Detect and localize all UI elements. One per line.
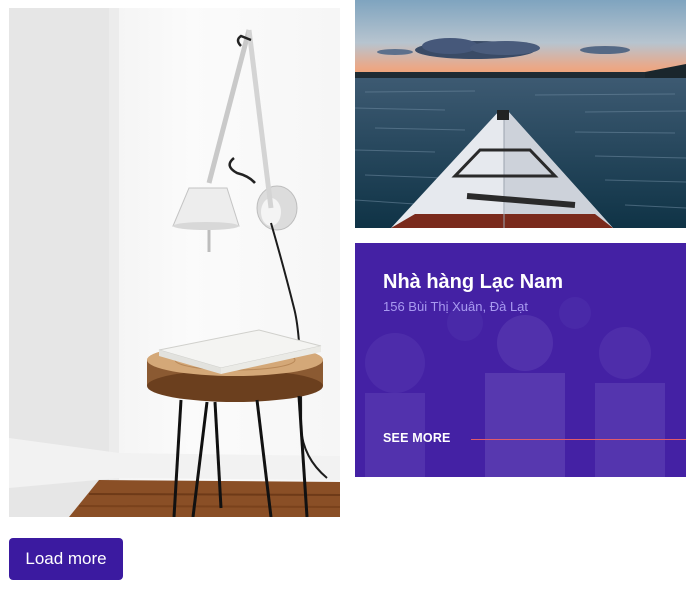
see-more-divider xyxy=(471,439,686,440)
kayak-lake-image xyxy=(355,0,686,228)
restaurant-address: 156 Bùi Thị Xuân, Đà Lạt xyxy=(383,299,529,314)
load-more-button[interactable]: Load more xyxy=(9,538,123,580)
lamp-stool-image xyxy=(9,8,340,517)
gallery-photo-kayak[interactable] xyxy=(355,0,686,228)
see-more-link[interactable]: SEE MORE xyxy=(383,431,451,445)
restaurant-card[interactable]: Nhà hàng Lạc Nam 156 Bùi Thị Xuân, Đà Lạ… xyxy=(355,243,686,477)
restaurant-name[interactable]: Nhà hàng Lạc Nam xyxy=(383,271,563,294)
gallery-photo-lamp[interactable] xyxy=(9,8,340,517)
